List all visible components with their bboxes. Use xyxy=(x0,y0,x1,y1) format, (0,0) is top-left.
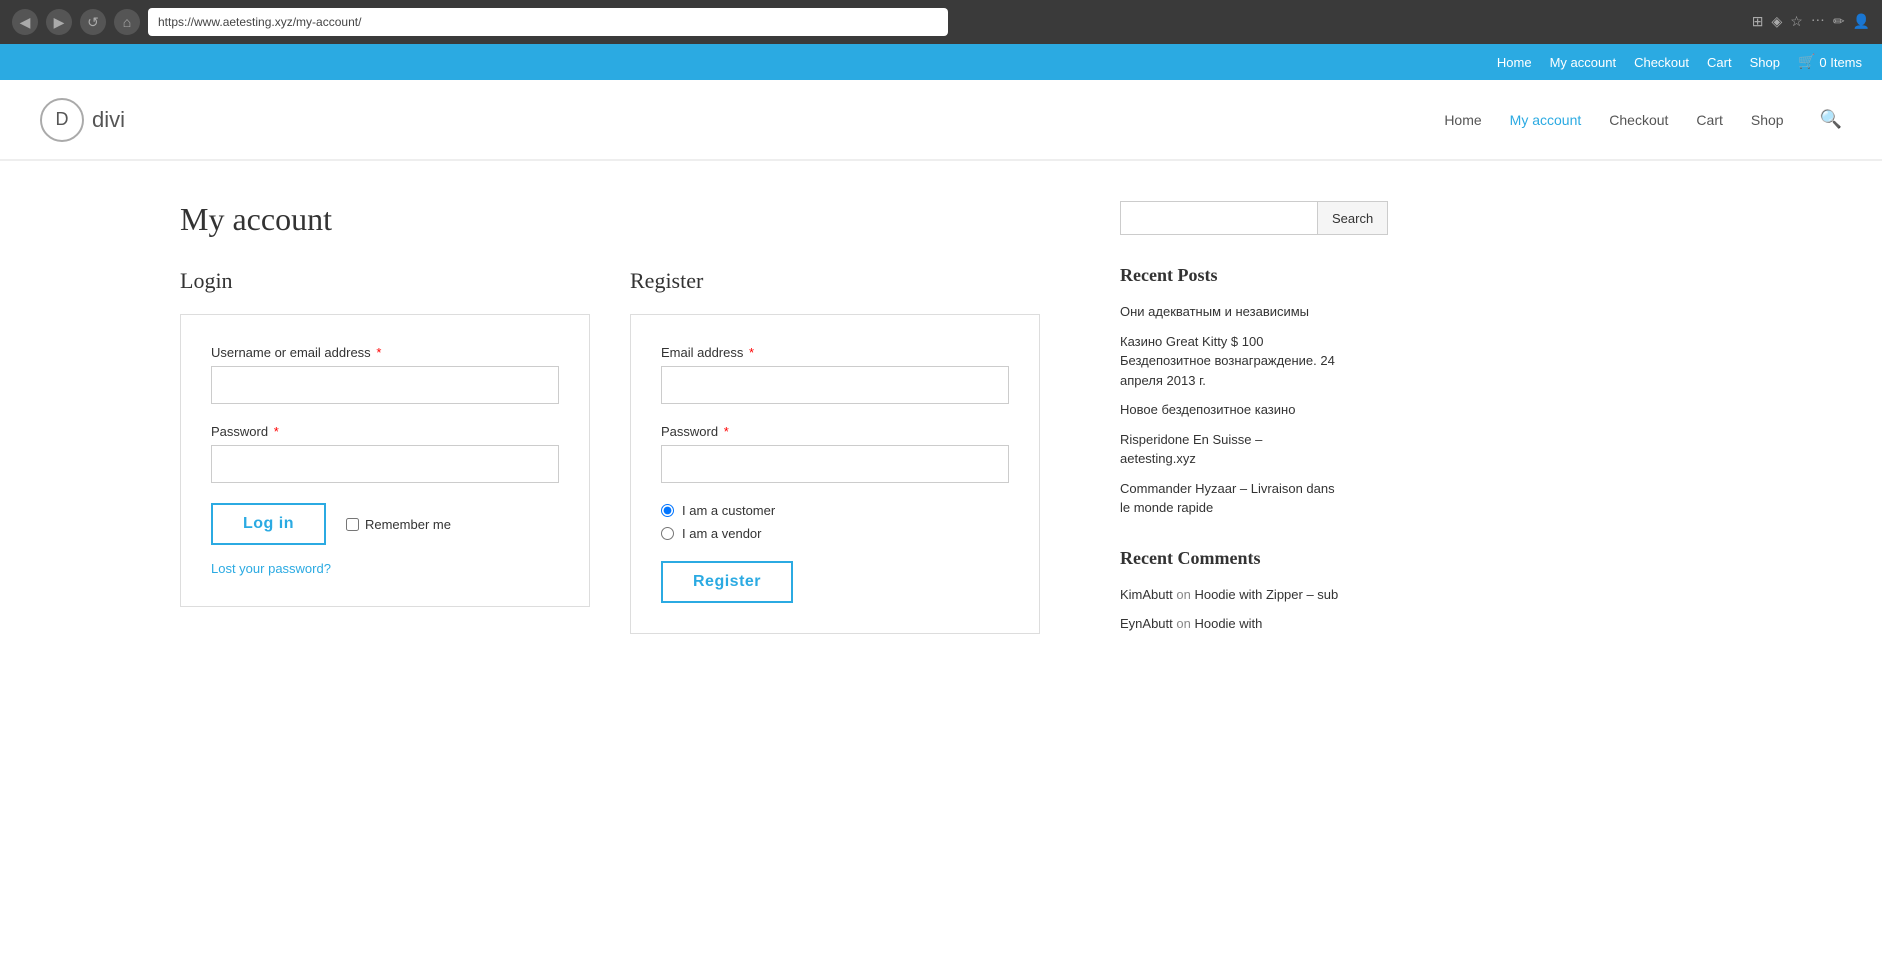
comment-author-2: EynAbutt xyxy=(1120,616,1173,631)
site-header: D divi Home My account Checkout Cart Sho… xyxy=(0,80,1882,160)
lost-password-link[interactable]: Lost your password? xyxy=(211,561,559,576)
top-nav-myaccount[interactable]: My account xyxy=(1550,55,1616,70)
username-required: * xyxy=(376,345,381,360)
list-item: Commander Hyzaar – Livraison dans le mon… xyxy=(1120,479,1340,518)
main-content: My account Login Username or email addre… xyxy=(0,201,1100,644)
register-button[interactable]: Register xyxy=(661,561,793,603)
email-group: Email address * xyxy=(661,345,1009,404)
page-title: My account xyxy=(180,201,1040,238)
login-button[interactable]: Log in xyxy=(211,503,326,545)
nav-shop[interactable]: Shop xyxy=(1751,112,1784,128)
nav-checkout[interactable]: Checkout xyxy=(1609,112,1668,128)
recent-post-link-2[interactable]: Казино Great Kitty $ 100 Бездепозитное в… xyxy=(1120,334,1335,388)
logo-circle: D xyxy=(40,98,84,142)
login-section-title: Login xyxy=(180,268,590,294)
star-icon[interactable]: ☆ xyxy=(1790,14,1803,31)
register-password-label: Password * xyxy=(661,424,1009,439)
remember-me-checkbox[interactable] xyxy=(346,518,359,531)
header-search-button[interactable]: 🔍 xyxy=(1820,109,1842,130)
top-nav-cart[interactable]: Cart xyxy=(1707,55,1732,70)
pocket-icon[interactable]: ◈ xyxy=(1771,14,1782,31)
list-item: KimAbutt on Hoodie with Zipper – sub xyxy=(1120,585,1340,605)
remember-me-label[interactable]: Remember me xyxy=(346,517,451,532)
list-item: Новое бездепозитное казино xyxy=(1120,400,1340,420)
list-item: Risperidone En Suisse – aetesting.xyz xyxy=(1120,430,1340,469)
address-bar[interactable]: https://www.aetesting.xyz/my-account/ xyxy=(148,8,948,36)
logo-letter: D xyxy=(56,109,69,130)
register-section-title: Register xyxy=(630,268,1040,294)
browser-chrome: ◀ ▶ ↺ ⌂ https://www.aetesting.xyz/my-acc… xyxy=(0,0,1882,44)
top-nav-checkout[interactable]: Checkout xyxy=(1634,55,1689,70)
register-password-input[interactable] xyxy=(661,445,1009,483)
pen-icon[interactable]: ✏ xyxy=(1833,14,1845,31)
browser-right-icons: ⊞ ◈ ☆ ··· ✏ 👤 xyxy=(1752,14,1870,31)
comment-author-1: KimAbutt xyxy=(1120,587,1173,602)
account-columns: Login Username or email address * Passwo… xyxy=(180,268,1040,634)
register-password-group: Password * xyxy=(661,424,1009,483)
username-input[interactable] xyxy=(211,366,559,404)
cart-icon: 🛒 xyxy=(1798,54,1815,71)
login-password-group: Password * xyxy=(211,424,559,483)
email-input[interactable] xyxy=(661,366,1009,404)
recent-posts-title: Recent Posts xyxy=(1120,265,1340,286)
register-password-required: * xyxy=(724,424,729,439)
register-form-box: Email address * Password * xyxy=(630,314,1040,634)
comment-link-2[interactable]: Hoodie with xyxy=(1194,616,1262,631)
page-wrapper: My account Login Username or email addre… xyxy=(0,161,1882,684)
cart-link[interactable]: 🛒 0 Items xyxy=(1798,54,1862,71)
sidebar-search: Search xyxy=(1120,201,1340,235)
comment-on-1: on xyxy=(1176,587,1194,602)
logo-text: divi xyxy=(92,107,125,133)
sidebar: Search Recent Posts Они адекватным и нез… xyxy=(1100,201,1380,644)
email-required: * xyxy=(749,345,754,360)
back-button[interactable]: ◀ xyxy=(12,9,38,35)
reload-button[interactable]: ↺ xyxy=(80,9,106,35)
sidebar-search-input[interactable] xyxy=(1120,201,1318,235)
recent-comments-title: Recent Comments xyxy=(1120,548,1340,569)
role-radio-group: I am a customer I am a vendor xyxy=(661,503,1009,541)
login-password-label: Password * xyxy=(211,424,559,439)
login-password-input[interactable] xyxy=(211,445,559,483)
list-item: EynAbutt on Hoodie with xyxy=(1120,614,1340,634)
login-column: Login Username or email address * Passwo… xyxy=(180,268,590,634)
vendor-radio-label[interactable]: I am a vendor xyxy=(661,526,1009,541)
login-actions: Log in Remember me xyxy=(211,503,559,545)
comment-on-2: on xyxy=(1176,616,1194,631)
username-label: Username or email address * xyxy=(211,345,559,360)
login-form-box: Username or email address * Password * xyxy=(180,314,590,607)
sidebar-search-button[interactable]: Search xyxy=(1318,201,1388,235)
home-button[interactable]: ⌂ xyxy=(114,9,140,35)
list-item: Они адекватным и независимы xyxy=(1120,302,1340,322)
bookmarks-icon[interactable]: ⊞ xyxy=(1752,14,1764,31)
nav-myaccount[interactable]: My account xyxy=(1510,112,1582,128)
logo[interactable]: D divi xyxy=(40,98,125,142)
recent-post-link-4[interactable]: Risperidone En Suisse – aetesting.xyz xyxy=(1120,432,1262,467)
main-nav: Home My account Checkout Cart Shop 🔍 xyxy=(1444,109,1842,130)
recent-posts-list: Они адекватным и независимы Казино Great… xyxy=(1120,302,1340,518)
nav-home[interactable]: Home xyxy=(1444,112,1481,128)
recent-post-link-5[interactable]: Commander Hyzaar – Livraison dans le mon… xyxy=(1120,481,1335,516)
recent-comments-list: KimAbutt on Hoodie with Zipper – sub Eyn… xyxy=(1120,585,1340,634)
vendor-radio[interactable] xyxy=(661,527,674,540)
comment-link-1[interactable]: Hoodie with Zipper – sub xyxy=(1194,587,1338,602)
recent-post-link-1[interactable]: Они адекватным и независимы xyxy=(1120,304,1309,319)
top-nav-shop[interactable]: Shop xyxy=(1750,55,1780,70)
customer-radio-label[interactable]: I am a customer xyxy=(661,503,1009,518)
top-bar: Home My account Checkout Cart Shop 🛒 0 I… xyxy=(0,44,1882,80)
username-group: Username or email address * xyxy=(211,345,559,404)
nav-cart[interactable]: Cart xyxy=(1696,112,1722,128)
user-icon[interactable]: 👤 xyxy=(1853,14,1870,31)
more-icon[interactable]: ··· xyxy=(1811,14,1825,30)
list-item: Казино Great Kitty $ 100 Бездепозитное в… xyxy=(1120,332,1340,391)
email-label: Email address * xyxy=(661,345,1009,360)
recent-post-link-3[interactable]: Новое бездепозитное казино xyxy=(1120,402,1295,417)
url-text: https://www.aetesting.xyz/my-account/ xyxy=(158,15,361,29)
cart-items-count[interactable]: 0 Items xyxy=(1819,55,1862,70)
register-column: Register Email address * Password * xyxy=(630,268,1040,634)
login-password-required: * xyxy=(274,424,279,439)
forward-button[interactable]: ▶ xyxy=(46,9,72,35)
top-nav-home[interactable]: Home xyxy=(1497,55,1532,70)
customer-radio[interactable] xyxy=(661,504,674,517)
